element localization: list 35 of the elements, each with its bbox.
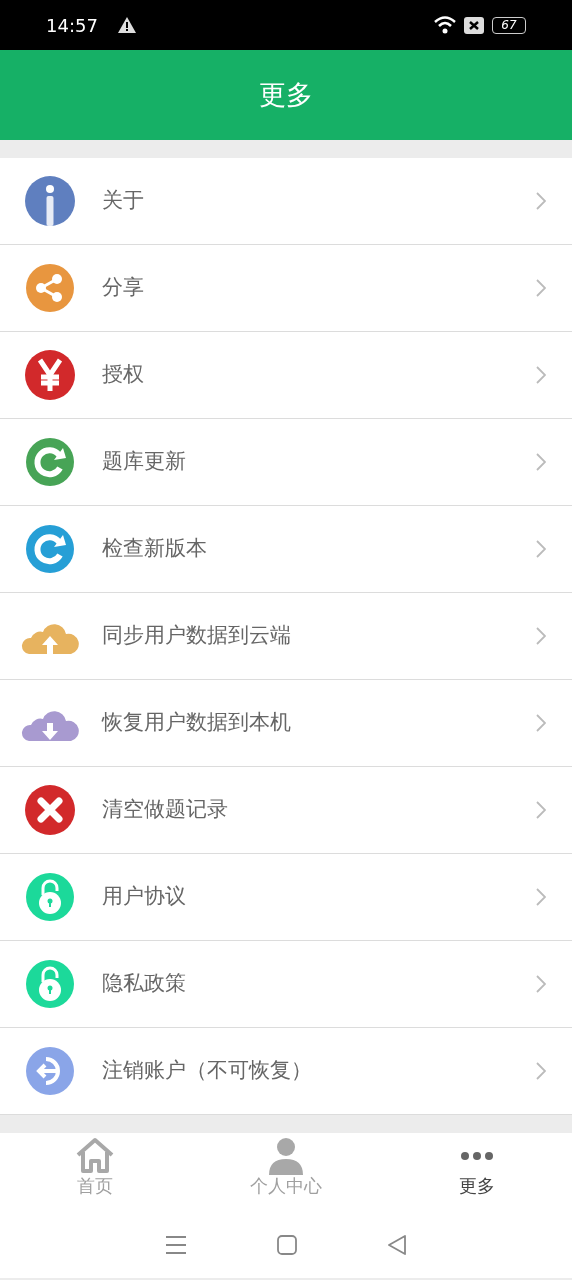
menu-label: 检查新版本 [102, 535, 208, 563]
menu-label: 用户协议 [102, 883, 187, 911]
page-title: 更多 [259, 77, 313, 112]
menu-icon[interactable] [165, 1235, 187, 1255]
menu-label: 授权 [102, 361, 145, 389]
chevron-right-icon [536, 888, 546, 906]
home-square-icon[interactable] [277, 1235, 297, 1255]
chevron-right-icon [536, 366, 546, 384]
battery-indicator: 67 [492, 16, 526, 34]
menu-label: 分享 [102, 274, 145, 302]
chevron-right-icon [536, 279, 546, 297]
menu-label: 关于 [102, 187, 145, 215]
tab[interactable]: 更多 [381, 1133, 572, 1212]
back-icon[interactable] [387, 1235, 407, 1255]
chevron-right-icon [536, 540, 546, 558]
chevron-right-icon [536, 453, 546, 471]
sim-off-icon [464, 16, 484, 34]
chevron-right-icon [536, 1062, 546, 1080]
menu-label: 同步用户数据到云端 [102, 622, 292, 650]
menu-label: 注销账户（不可恢复） [102, 1057, 313, 1085]
menu-label: 清空做题记录 [102, 796, 229, 824]
chevron-right-icon [536, 975, 546, 993]
chevron-right-icon [536, 714, 546, 732]
warning-icon [117, 17, 136, 33]
more-icon [459, 1151, 494, 1161]
menu-label: 隐私政策 [102, 970, 187, 998]
person-icon [267, 1137, 305, 1175]
menu-label: 题库更新 [102, 448, 187, 476]
wifi-icon [434, 16, 458, 34]
chevron-right-icon [536, 627, 546, 645]
menu-label: 恢复用户数据到本机 [102, 709, 292, 737]
home-icon [75, 1137, 116, 1175]
chevron-right-icon [536, 192, 546, 210]
chevron-right-icon [536, 801, 546, 819]
status-time: 14:57 [46, 13, 98, 38]
